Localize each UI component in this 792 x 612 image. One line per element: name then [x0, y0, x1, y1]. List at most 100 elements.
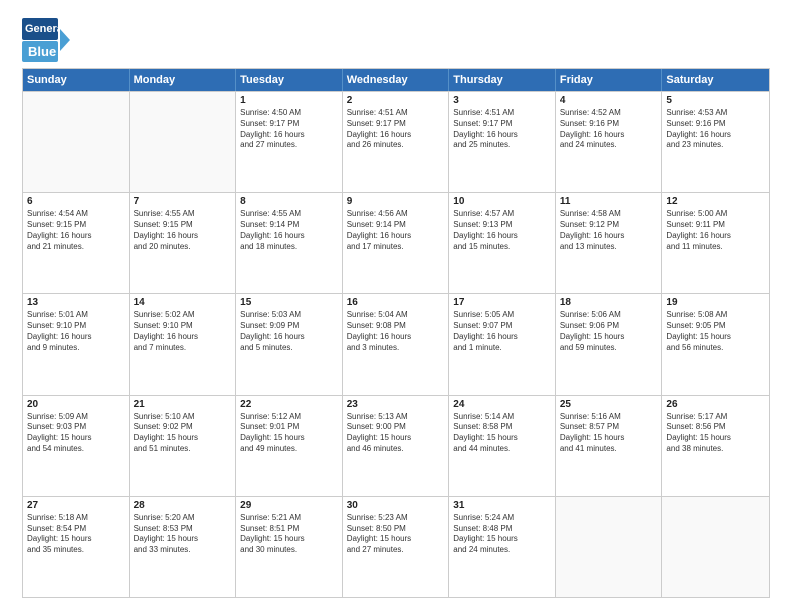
day-num-27: 27 — [27, 500, 125, 511]
cal-cell-w0-d0 — [23, 92, 130, 192]
cal-cell-w4-d3: 30 Sunrise: 5:23 AM Sunset: 8:50 PM Dayli… — [343, 497, 450, 597]
day-num-30: 30 — [347, 500, 445, 511]
day-info-14: Sunrise: 5:02 AM Sunset: 9:10 PM Dayligh… — [134, 310, 232, 353]
day-info-4: Sunrise: 4:52 AM Sunset: 9:16 PM Dayligh… — [560, 108, 658, 151]
cal-cell-w0-d1 — [130, 92, 237, 192]
day-info-6: Sunrise: 4:54 AM Sunset: 9:15 PM Dayligh… — [27, 209, 125, 252]
day-info-28: Sunrise: 5:20 AM Sunset: 8:53 PM Dayligh… — [134, 513, 232, 556]
header-thursday: Thursday — [449, 69, 556, 91]
cal-cell-w1-d3: 9 Sunrise: 4:56 AM Sunset: 9:14 PM Daylig… — [343, 193, 450, 293]
day-info-30: Sunrise: 5:23 AM Sunset: 8:50 PM Dayligh… — [347, 513, 445, 556]
cal-cell-w4-d0: 27 Sunrise: 5:18 AM Sunset: 8:54 PM Dayli… — [23, 497, 130, 597]
day-info-11: Sunrise: 4:58 AM Sunset: 9:12 PM Dayligh… — [560, 209, 658, 252]
week-row-0: 1Sunrise: 4:50 AM Sunset: 9:17 PM Daylig… — [23, 91, 769, 192]
day-num-14: 14 — [134, 297, 232, 308]
cal-cell-w0-d4: 3Sunrise: 4:51 AM Sunset: 9:17 PM Daylig… — [449, 92, 556, 192]
cal-cell-w2-d1: 14 Sunrise: 5:02 AM Sunset: 9:10 PM Dayli… — [130, 294, 237, 394]
day-info-16: Sunrise: 5:04 AM Sunset: 9:08 PM Dayligh… — [347, 310, 445, 353]
day-info-5: Sunrise: 4:53 AM Sunset: 9:16 PM Dayligh… — [666, 108, 765, 151]
day-info-27: Sunrise: 5:18 AM Sunset: 8:54 PM Dayligh… — [27, 513, 125, 556]
cal-cell-w2-d0: 13Sunrise: 5:01 AM Sunset: 9:10 PM Dayli… — [23, 294, 130, 394]
header-saturday: Saturday — [662, 69, 769, 91]
day-info-12: Sunrise: 5:00 AM Sunset: 9:11 PM Dayligh… — [666, 209, 765, 252]
cal-cell-w4-d2: 29Sunrise: 5:21 AM Sunset: 8:51 PM Dayli… — [236, 497, 343, 597]
header-sunday: Sunday — [23, 69, 130, 91]
day-num-3: 3 — [453, 95, 551, 106]
week-row-2: 13Sunrise: 5:01 AM Sunset: 9:10 PM Dayli… — [23, 293, 769, 394]
day-num-19: 19 — [666, 297, 765, 308]
cal-cell-w1-d0: 6Sunrise: 4:54 AM Sunset: 9:15 PM Daylig… — [23, 193, 130, 293]
day-num-18: 18 — [560, 297, 658, 308]
cal-cell-w1-d5: 11 Sunrise: 4:58 AM Sunset: 9:12 PM Dayli… — [556, 193, 663, 293]
day-num-17: 17 — [453, 297, 551, 308]
header-friday: Friday — [556, 69, 663, 91]
day-num-12: 12 — [666, 196, 765, 207]
day-num-16: 16 — [347, 297, 445, 308]
day-info-19: Sunrise: 5:08 AM Sunset: 9:05 PM Dayligh… — [666, 310, 765, 353]
day-info-9: Sunrise: 4:56 AM Sunset: 9:14 PM Dayligh… — [347, 209, 445, 252]
day-info-26: Sunrise: 5:17 AM Sunset: 8:56 PM Dayligh… — [666, 412, 765, 455]
day-info-10: Sunrise: 4:57 AM Sunset: 9:13 PM Dayligh… — [453, 209, 551, 252]
cal-cell-w4-d1: 28 Sunrise: 5:20 AM Sunset: 8:53 PM Dayli… — [130, 497, 237, 597]
day-info-15: Sunrise: 5:03 AM Sunset: 9:09 PM Dayligh… — [240, 310, 338, 353]
day-info-2: Sunrise: 4:51 AM Sunset: 9:17 PM Dayligh… — [347, 108, 445, 151]
cal-cell-w3-d0: 20 Sunrise: 5:09 AM Sunset: 9:03 PM Dayli… — [23, 396, 130, 496]
day-num-10: 10 — [453, 196, 551, 207]
day-info-17: Sunrise: 5:05 AM Sunset: 9:07 PM Dayligh… — [453, 310, 551, 353]
cal-cell-w2-d2: 15 Sunrise: 5:03 AM Sunset: 9:09 PM Dayli… — [236, 294, 343, 394]
cal-cell-w3-d3: 23Sunrise: 5:13 AM Sunset: 9:00 PM Dayli… — [343, 396, 450, 496]
week-row-1: 6Sunrise: 4:54 AM Sunset: 9:15 PM Daylig… — [23, 192, 769, 293]
day-info-7: Sunrise: 4:55 AM Sunset: 9:15 PM Dayligh… — [134, 209, 232, 252]
svg-text:Blue: Blue — [28, 44, 56, 59]
calendar: Sunday Monday Tuesday Wednesday Thursday… — [22, 68, 770, 598]
day-info-20: Sunrise: 5:09 AM Sunset: 9:03 PM Dayligh… — [27, 412, 125, 455]
day-info-21: Sunrise: 5:10 AM Sunset: 9:02 PM Dayligh… — [134, 412, 232, 455]
cal-cell-w1-d1: 7Sunrise: 4:55 AM Sunset: 9:15 PM Daylig… — [130, 193, 237, 293]
day-num-25: 25 — [560, 399, 658, 410]
header-monday: Monday — [130, 69, 237, 91]
cal-cell-w2-d3: 16 Sunrise: 5:04 AM Sunset: 9:08 PM Dayli… — [343, 294, 450, 394]
day-num-13: 13 — [27, 297, 125, 308]
cal-cell-w0-d2: 1Sunrise: 4:50 AM Sunset: 9:17 PM Daylig… — [236, 92, 343, 192]
day-info-31: Sunrise: 5:24 AM Sunset: 8:48 PM Dayligh… — [453, 513, 551, 556]
cal-cell-w1-d2: 8Sunrise: 4:55 AM Sunset: 9:14 PM Daylig… — [236, 193, 343, 293]
day-num-11: 11 — [560, 196, 658, 207]
day-num-1: 1 — [240, 95, 338, 106]
day-num-21: 21 — [134, 399, 232, 410]
day-num-9: 9 — [347, 196, 445, 207]
cal-cell-w0-d6: 5Sunrise: 4:53 AM Sunset: 9:16 PM Daylig… — [662, 92, 769, 192]
page: General Blue Sunday Monday Tuesday Wedne… — [0, 0, 792, 612]
day-num-15: 15 — [240, 297, 338, 308]
cal-cell-w3-d6: 26Sunrise: 5:17 AM Sunset: 8:56 PM Dayli… — [662, 396, 769, 496]
cal-cell-w3-d5: 25 Sunrise: 5:16 AM Sunset: 8:57 PM Dayli… — [556, 396, 663, 496]
svg-text:General: General — [25, 23, 66, 35]
day-info-25: Sunrise: 5:16 AM Sunset: 8:57 PM Dayligh… — [560, 412, 658, 455]
day-num-22: 22 — [240, 399, 338, 410]
cal-cell-w3-d1: 21 Sunrise: 5:10 AM Sunset: 9:02 PM Dayli… — [130, 396, 237, 496]
calendar-body: 1Sunrise: 4:50 AM Sunset: 9:17 PM Daylig… — [23, 91, 769, 597]
header-tuesday: Tuesday — [236, 69, 343, 91]
week-row-4: 27 Sunrise: 5:18 AM Sunset: 8:54 PM Dayli… — [23, 496, 769, 597]
cal-cell-w1-d6: 12 Sunrise: 5:00 AM Sunset: 9:11 PM Dayli… — [662, 193, 769, 293]
cal-cell-w4-d5 — [556, 497, 663, 597]
cal-cell-w0-d3: 2 Sunrise: 4:51 AM Sunset: 9:17 PM Daylig… — [343, 92, 450, 192]
cal-cell-w0-d5: 4 Sunrise: 4:52 AM Sunset: 9:16 PM Daylig… — [556, 92, 663, 192]
cal-cell-w3-d2: 22Sunrise: 5:12 AM Sunset: 9:01 PM Dayli… — [236, 396, 343, 496]
cal-cell-w3-d4: 24 Sunrise: 5:14 AM Sunset: 8:58 PM Dayli… — [449, 396, 556, 496]
day-info-23: Sunrise: 5:13 AM Sunset: 9:00 PM Dayligh… — [347, 412, 445, 455]
day-num-28: 28 — [134, 500, 232, 511]
logo: General Blue — [22, 18, 102, 62]
day-num-20: 20 — [27, 399, 125, 410]
day-num-24: 24 — [453, 399, 551, 410]
cal-cell-w2-d6: 19 Sunrise: 5:08 AM Sunset: 9:05 PM Dayli… — [662, 294, 769, 394]
logo-svg: General Blue — [22, 18, 102, 62]
day-num-2: 2 — [347, 95, 445, 106]
cal-cell-w2-d5: 18 Sunrise: 5:06 AM Sunset: 9:06 PM Dayli… — [556, 294, 663, 394]
day-info-24: Sunrise: 5:14 AM Sunset: 8:58 PM Dayligh… — [453, 412, 551, 455]
cal-cell-w4-d6 — [662, 497, 769, 597]
day-num-4: 4 — [560, 95, 658, 106]
day-info-18: Sunrise: 5:06 AM Sunset: 9:06 PM Dayligh… — [560, 310, 658, 353]
week-row-3: 20 Sunrise: 5:09 AM Sunset: 9:03 PM Dayli… — [23, 395, 769, 496]
cal-cell-w4-d4: 31Sunrise: 5:24 AM Sunset: 8:48 PM Dayli… — [449, 497, 556, 597]
day-num-29: 29 — [240, 500, 338, 511]
